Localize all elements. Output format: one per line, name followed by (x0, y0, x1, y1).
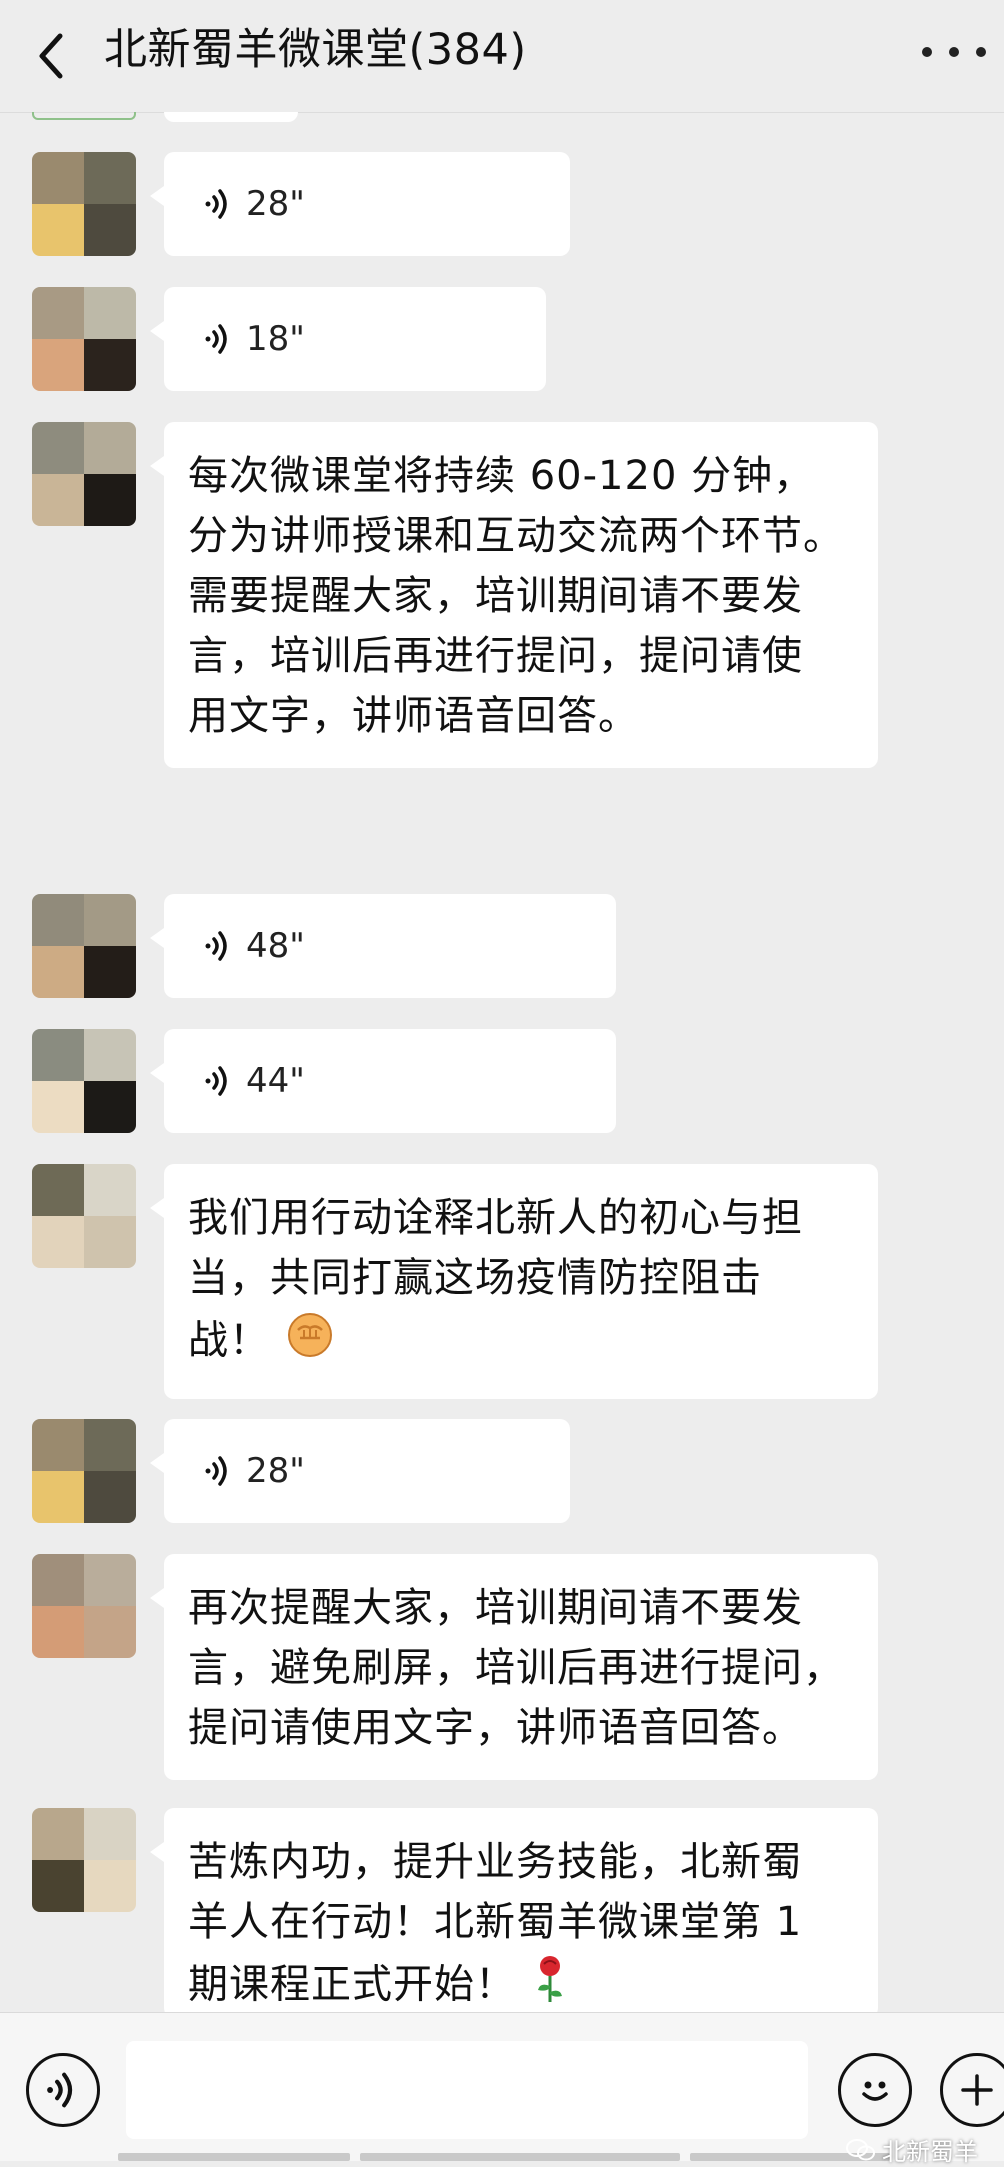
avatar (32, 112, 136, 120)
message-line-with-emoji: 战！ (188, 1308, 852, 1377)
message-line: 战！ (188, 1317, 270, 1364)
message-line: 当，共同打赢这场疫情防控阻击 (188, 1255, 762, 1301)
message-line: 苦炼内功，提升业务技能，北新蜀 (188, 1839, 803, 1885)
avatar[interactable] (32, 1419, 136, 1523)
voice-message-bubble[interactable]: 28" (150, 1419, 570, 1523)
avatar[interactable] (32, 152, 136, 256)
voice-icon (205, 1456, 227, 1486)
emoji-button[interactable] (838, 2053, 912, 2127)
text-message-bubble[interactable]: 每次微课堂将持续 60-120 分钟， 分为讲师授课和互动交流两个环节。 需要提… (150, 422, 878, 768)
watermark-text: 北新蜀羊 (882, 2138, 978, 2166)
voice-input-button[interactable] (26, 2053, 100, 2127)
message-line: 每次微课堂将持续 60-120 分钟， (188, 453, 815, 499)
voice-icon (205, 931, 227, 961)
message-line: 再次提醒大家，培训期间请不要发 (188, 1585, 803, 1631)
message-list[interactable]: 28" 18" 每次微课堂将持续 60-120 分钟， 分为讲师授课和互动交流两… (0, 112, 1004, 2012)
plus-icon (961, 2074, 993, 2106)
voice-duration: 48" (246, 926, 305, 966)
chevron-left-icon (39, 33, 63, 79)
voice-duration: 28" (246, 184, 305, 224)
voice-duration: 28" (246, 1451, 305, 1491)
text-message-bubble[interactable]: 再次提醒大家，培训期间请不要发 言，避免刷屏，培训后再进行提问， 提问请使用文字… (150, 1554, 878, 1780)
chat-title: 北新蜀羊微课堂(384) (104, 25, 527, 75)
voice-icon (205, 189, 227, 219)
wechat-logo-icon (846, 2138, 875, 2160)
voice-input-icon (47, 2072, 73, 2108)
message-line: 羊人在行动！北新蜀羊微课堂第 1 (188, 1899, 803, 1945)
chat-header: 北新蜀羊微课堂(384) (0, 0, 1004, 113)
voice-message-bubble[interactable]: 48" (150, 894, 616, 998)
message-line-with-emoji: 期课程正式开始！ (188, 1952, 852, 2012)
message-line: 分为讲师授课和互动交流两个环节。 (188, 513, 844, 559)
avatar[interactable] (32, 1164, 136, 1268)
message-line: 需要提醒大家，培训期间请不要发 (188, 573, 803, 619)
emoji-face-icon (862, 2081, 888, 2101)
more-options-button[interactable] (922, 30, 986, 74)
voice-message-bubble[interactable]: 18" (150, 287, 546, 391)
message-line: 用文字，讲师语音回答。 (188, 693, 639, 739)
avatar[interactable] (32, 287, 136, 391)
voice-duration: 44" (246, 1061, 305, 1101)
voice-duration: 18" (246, 319, 305, 359)
voice-message-bubble[interactable]: 28" (150, 152, 570, 256)
avatar[interactable] (32, 1029, 136, 1133)
back-button[interactable] (30, 26, 74, 86)
text-message-bubble[interactable]: 我们用行动诠释北新人的初心与担 当，共同打赢这场疫情防控阻击 战！ (150, 1164, 878, 1399)
watermark: 北新蜀羊 (846, 2132, 978, 2167)
message-line: 提问请使用文字，讲师语音回答。 (188, 1705, 803, 1751)
message-line: 言，避免刷屏，培训后再进行提问， (188, 1645, 844, 1691)
message-line: 言，培训后再进行提问，提问请使 (188, 633, 803, 679)
avatar[interactable] (32, 894, 136, 998)
text-message-bubble[interactable]: 苦炼内功，提升业务技能，北新蜀 羊人在行动！北新蜀羊微课堂第 1 期课程正式开始… (150, 1808, 878, 2012)
voice-icon (205, 1066, 227, 1096)
avatar[interactable] (32, 1554, 136, 1658)
message-bubble (164, 112, 298, 122)
message-line: 我们用行动诠释北新人的初心与担 (188, 1195, 803, 1241)
voice-icon (205, 324, 227, 354)
avatar[interactable] (32, 1808, 136, 1912)
plus-button[interactable] (940, 2053, 1004, 2127)
voice-message-bubble[interactable]: 44" (150, 1029, 616, 1133)
raised-fist-icon (284, 1308, 336, 1377)
message-input[interactable] (126, 2041, 808, 2139)
avatar[interactable] (32, 422, 136, 526)
rose-icon (530, 1952, 570, 2012)
message-line: 期课程正式开始！ (188, 1961, 516, 2008)
more-horizontal-icon (922, 47, 932, 57)
